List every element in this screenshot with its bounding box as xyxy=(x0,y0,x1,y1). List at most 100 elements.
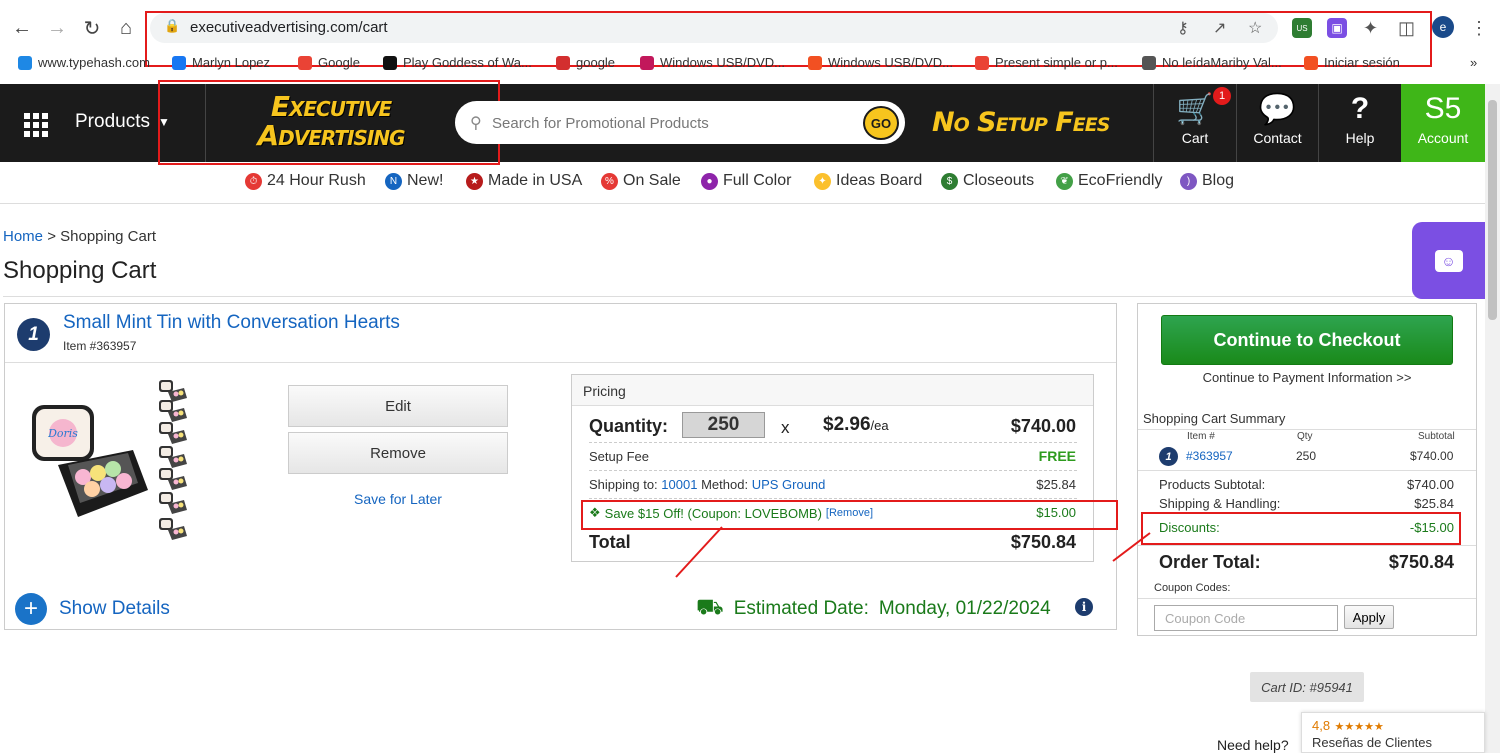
shipping-value: $25.84 xyxy=(1036,477,1076,492)
bookmark-item[interactable]: Present simple or p... xyxy=(975,55,1118,70)
category-link[interactable]: ★ Made in USA xyxy=(466,172,582,190)
bookmark-favicon-icon xyxy=(18,55,32,70)
product-thumbnail[interactable] xyxy=(158,516,188,542)
bookmark-item[interactable]: Google xyxy=(298,55,360,70)
continue-to-checkout-button[interactable]: Continue to Checkout xyxy=(1161,315,1453,365)
category-link[interactable]: ❦ EcoFriendly xyxy=(1056,172,1162,190)
new-badge-icon: N xyxy=(385,172,402,190)
info-icon[interactable]: i xyxy=(1075,598,1093,616)
products-menu-button[interactable]: Products ▼ xyxy=(75,111,170,133)
category-link[interactable]: N New! xyxy=(385,172,443,190)
apply-coupon-button[interactable]: Apply xyxy=(1344,605,1394,629)
category-link[interactable]: ) Blog xyxy=(1180,172,1234,190)
category-label: Blog xyxy=(1202,172,1235,189)
summary-divider xyxy=(1138,598,1476,599)
breadcrumb: Home > Shopping Cart xyxy=(3,228,156,245)
category-link[interactable]: % On Sale xyxy=(601,172,681,190)
help-tile[interactable]: ? Help xyxy=(1318,84,1401,162)
bookmark-item[interactable]: Iniciar sesión xyxy=(1304,55,1400,70)
item-divider xyxy=(5,362,1116,363)
cart-id-badge: Cart ID: #95941 xyxy=(1250,672,1364,702)
item-number-badge: 1 xyxy=(17,318,50,351)
account-tile[interactable]: S5 Account xyxy=(1401,84,1485,162)
shipping-method-link[interactable]: UPS Ground xyxy=(752,477,826,492)
reviews-label: Reseñas de Clientes xyxy=(1312,735,1432,750)
coupon-code-input[interactable] xyxy=(1154,605,1338,631)
category-link[interactable]: ● Full Color xyxy=(701,172,791,190)
title-divider xyxy=(3,296,1485,297)
summary-item-qty: 250 xyxy=(1296,449,1317,463)
shipping-row: Shipping to: 10001 Method: UPS Ground xyxy=(589,477,825,492)
summary-col-item: Item # xyxy=(1187,431,1215,442)
bookmark-label: www.typehash.com xyxy=(38,55,150,70)
stopwatch-icon: ⏱ xyxy=(245,172,262,190)
bookmark-favicon-icon xyxy=(1142,55,1156,70)
cart-label: Cart xyxy=(1181,130,1209,146)
breadcrumb-current: Shopping Cart xyxy=(60,228,157,245)
bookmark-item[interactable]: Windows USB/DVD... xyxy=(640,55,785,70)
pricing-header: Pricing xyxy=(572,375,1093,406)
bookmark-label: Marlyn Lopez xyxy=(192,55,271,70)
account-label: Account xyxy=(1417,130,1469,146)
forward-icon[interactable]: → xyxy=(43,14,71,42)
setup-fee-value: FREE xyxy=(1038,448,1076,464)
contact-tile[interactable]: 💬 Contact xyxy=(1236,84,1318,162)
category-label: New! xyxy=(407,172,444,189)
summary-row-number: 1 xyxy=(1159,447,1178,466)
edit-button[interactable]: Edit xyxy=(288,385,508,427)
estimated-date: ⛟ Estimated Date: Monday, 01/22/2024 xyxy=(696,594,1051,623)
order-total-value: $750.84 xyxy=(1388,552,1454,572)
reload-icon[interactable]: ↻ xyxy=(78,14,106,42)
bookmark-item[interactable]: No leídaMariby Val... xyxy=(1142,55,1282,70)
product-image[interactable]: Doris xyxy=(28,395,153,525)
search-input[interactable] xyxy=(492,112,852,134)
profile-avatar[interactable]: e xyxy=(1432,16,1454,38)
pricing-divider xyxy=(589,498,1077,499)
summary-title: Shopping Cart Summary xyxy=(1143,411,1286,426)
bookmark-favicon-icon xyxy=(298,55,312,70)
pricing-divider xyxy=(589,442,1077,443)
product-thumbnail[interactable] xyxy=(158,420,188,446)
highlight-box-coupon xyxy=(581,500,1118,530)
apps-grid-icon[interactable] xyxy=(24,113,48,137)
bookmark-item[interactable]: google xyxy=(556,55,615,70)
save-for-later-link[interactable]: Save for Later xyxy=(288,491,508,507)
search-go-button[interactable]: GO xyxy=(863,106,899,140)
review-stars: ★★★★★ xyxy=(1334,721,1384,733)
shipping-zip-link[interactable]: 10001 xyxy=(661,477,697,492)
show-details-toggle[interactable]: + Show Details xyxy=(15,593,170,625)
bookmark-label: No leídaMariby Val... xyxy=(1162,55,1282,70)
product-thumbnail[interactable] xyxy=(158,466,188,492)
pricing-divider xyxy=(589,470,1077,471)
scrollbar-thumb[interactable] xyxy=(1488,100,1497,320)
product-thumbnail[interactable] xyxy=(158,490,188,516)
remove-button[interactable]: Remove xyxy=(288,432,508,474)
bookmark-item[interactable]: Marlyn Lopez xyxy=(172,55,270,70)
category-link[interactable]: $ Closeouts xyxy=(941,172,1034,190)
category-link[interactable]: ⏱ 24 Hour Rush xyxy=(245,172,366,190)
menu-kebab-icon[interactable]: ⋮ xyxy=(1470,18,1488,39)
item-sku: Item #363957 xyxy=(63,339,137,353)
category-label: On Sale xyxy=(623,172,681,189)
bookmarks-overflow-button[interactable]: » xyxy=(1470,55,1477,70)
summary-item-link[interactable]: #363957 xyxy=(1186,449,1233,463)
reviews-widget[interactable]: 4,8 ★★★★★ Reseñas de Clientes xyxy=(1301,712,1485,753)
leaf-icon: ❦ xyxy=(1056,172,1073,190)
back-icon[interactable]: ← xyxy=(8,14,36,42)
breadcrumb-home-link[interactable]: Home xyxy=(3,228,43,245)
quantity-input[interactable] xyxy=(682,412,765,438)
account-initials: S5 xyxy=(1424,92,1462,125)
bookmark-item[interactable]: Play Goddess of Wa... xyxy=(383,55,532,70)
home-icon[interactable]: ⌂ xyxy=(112,14,140,42)
item-name-link[interactable]: Small Mint Tin with Conversation Hearts xyxy=(63,312,400,334)
category-label: Closeouts xyxy=(963,172,1035,189)
category-label: Full Color xyxy=(723,172,792,189)
bookmark-item[interactable]: Windows USB/DVD... xyxy=(808,55,953,70)
quantity-label: Quantity: xyxy=(589,416,668,436)
page-title: Shopping Cart xyxy=(3,257,157,284)
chat-widget-button[interactable]: ☺ xyxy=(1412,222,1485,299)
category-link[interactable]: ✦ Ideas Board xyxy=(814,172,922,190)
products-subtotal-label: Products Subtotal: xyxy=(1159,477,1266,492)
bookmark-label: Iniciar sesión xyxy=(1324,55,1400,70)
bookmark-item[interactable]: www.typehash.com xyxy=(18,55,150,70)
